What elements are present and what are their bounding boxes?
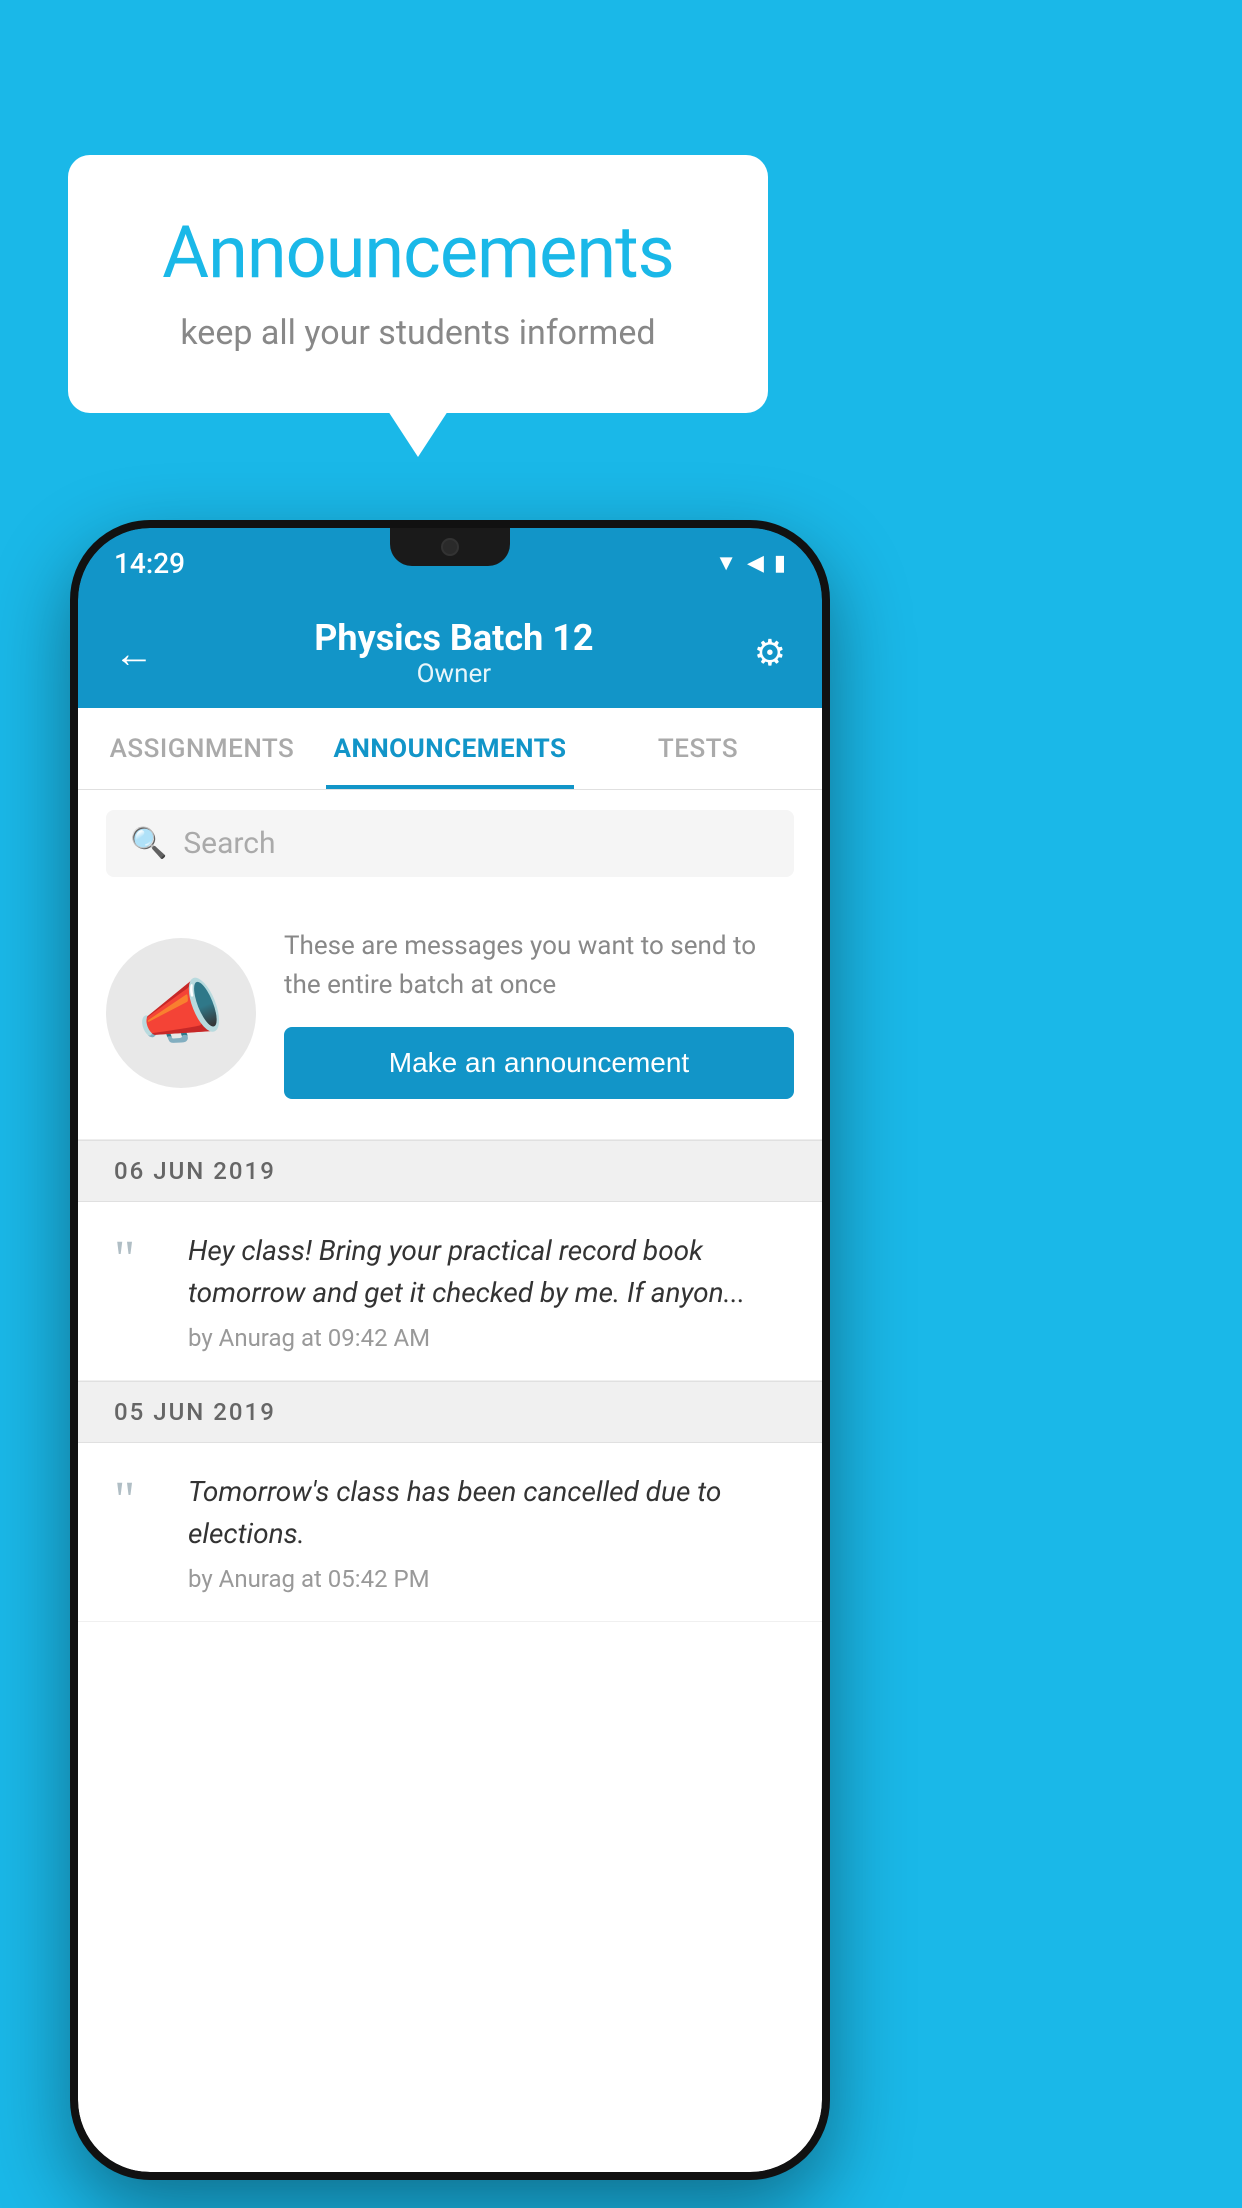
promo-section: 📣 These are messages you want to send to…: [78, 897, 822, 1140]
announcement-text-area-1: Hey class! Bring your practical record b…: [188, 1230, 794, 1352]
promo-text-area: These are messages you want to send to t…: [284, 927, 794, 1099]
make-announcement-button[interactable]: Make an announcement: [284, 1027, 794, 1099]
announcement-item-1[interactable]: " Hey class! Bring your practical record…: [78, 1202, 822, 1381]
tab-assignments[interactable]: ASSIGNMENTS: [78, 708, 326, 789]
wifi-icon: ▼: [715, 550, 737, 576]
promo-description: These are messages you want to send to t…: [284, 927, 794, 1005]
power-button[interactable]: [822, 898, 830, 1008]
announcement-icon-circle: 📣: [106, 938, 256, 1088]
battery-icon: ▮: [774, 551, 786, 576]
announcement-text-area-2: Tomorrow's class has been cancelled due …: [188, 1471, 794, 1593]
search-icon: 🔍: [130, 826, 167, 861]
megaphone-icon: 📣: [137, 972, 224, 1054]
settings-icon[interactable]: ⚙: [754, 632, 786, 674]
announcement-item-2[interactable]: " Tomorrow's class has been cancelled du…: [78, 1443, 822, 1622]
signal-icon: ◀: [747, 551, 764, 576]
quote-icon-1: ": [114, 1234, 164, 1286]
phone-content: 🔍 Search 📣 These are messages you want t…: [78, 790, 822, 2172]
tab-tests[interactable]: TESTS: [574, 708, 822, 789]
search-placeholder: Search: [183, 826, 275, 861]
search-input-wrapper[interactable]: 🔍 Search: [106, 810, 794, 877]
speech-bubble-title: Announcements: [128, 210, 708, 295]
status-icons: ▼ ◀ ▮: [715, 550, 786, 576]
phone-notch: [390, 528, 510, 566]
tabs-bar: ASSIGNMENTS ANNOUNCEMENTS TESTS: [78, 708, 822, 790]
batch-title: Physics Batch 12: [314, 617, 593, 659]
phone-frame: 14:29 ▼ ◀ ▮ ← Physics Batch 12 Owner ⚙ A…: [70, 520, 830, 2180]
app-header: ← Physics Batch 12 Owner ⚙: [78, 598, 822, 708]
speech-bubble-container: Announcements keep all your students inf…: [68, 155, 768, 413]
date-separator-1: 06 JUN 2019: [78, 1140, 822, 1202]
announcement-meta-1: by Anurag at 09:42 AM: [188, 1324, 794, 1352]
speech-bubble: Announcements keep all your students inf…: [68, 155, 768, 413]
status-time: 14:29: [114, 547, 185, 580]
tab-announcements[interactable]: ANNOUNCEMENTS: [326, 708, 574, 789]
front-camera: [441, 538, 459, 556]
speech-bubble-subtitle: keep all your students informed: [128, 313, 708, 353]
role-label: Owner: [314, 659, 593, 689]
phone-screen: 14:29 ▼ ◀ ▮ ← Physics Batch 12 Owner ⚙ A…: [78, 528, 822, 2172]
volume-up-button[interactable]: [70, 848, 78, 908]
announcement-meta-2: by Anurag at 05:42 PM: [188, 1565, 794, 1593]
date-separator-2: 05 JUN 2019: [78, 1381, 822, 1443]
status-bar: 14:29 ▼ ◀ ▮: [78, 528, 822, 598]
search-bar: 🔍 Search: [78, 790, 822, 897]
quote-icon-2: ": [114, 1475, 164, 1527]
volume-down-button[interactable]: [70, 938, 78, 1028]
announcement-message-1: Hey class! Bring your practical record b…: [188, 1230, 794, 1314]
announcement-message-2: Tomorrow's class has been cancelled due …: [188, 1471, 794, 1555]
header-title-group: Physics Batch 12 Owner: [314, 617, 593, 689]
back-button[interactable]: ←: [114, 630, 154, 677]
